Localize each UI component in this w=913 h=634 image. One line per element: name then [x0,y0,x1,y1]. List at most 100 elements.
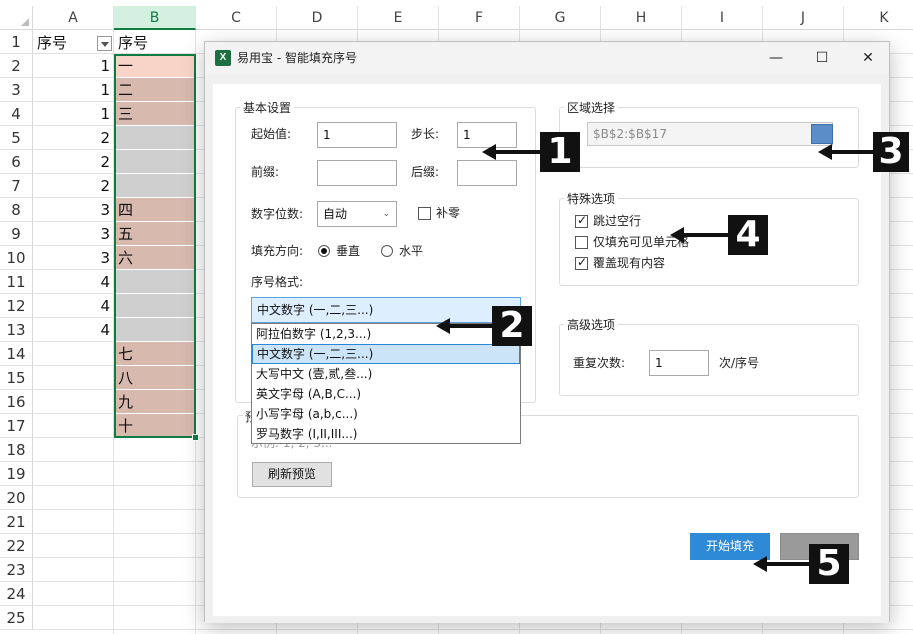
range-picker-icon[interactable] [811,124,833,144]
row-header-5[interactable]: 5 [0,126,33,150]
cell-a6[interactable]: 2 [33,150,114,174]
direction-vertical-radio[interactable] [318,245,330,257]
column-header-k[interactable]: K [844,6,913,30]
row-header-25[interactable]: 25 [0,606,33,630]
row-header-19[interactable]: 19 [0,462,33,486]
column-header-a[interactable]: A [33,6,114,30]
row-header-14[interactable]: 14 [0,342,33,366]
skip-blank-checkbox[interactable] [575,213,588,228]
row-header-6[interactable]: 6 [0,150,33,174]
callout-3-badge: 3 [873,132,909,172]
column-header-e[interactable]: E [358,6,439,30]
close-button[interactable]: ✕ [845,42,891,74]
repeat-count-label: 重复次数: [573,356,626,370]
row-header-23[interactable]: 23 [0,558,33,582]
format-option-upper-alpha[interactable]: 英文字母 (A,B,C...) [252,384,520,404]
repeat-count-input[interactable]: 1 [649,350,709,376]
callout-3-arrow-line [830,150,875,154]
column-header-c[interactable]: C [196,6,277,30]
row-header-11[interactable]: 11 [0,270,33,294]
format-option-chinese-upper[interactable]: 大写中文 (壹,贰,叁...) [252,364,520,384]
row-header-4[interactable]: 4 [0,102,33,126]
callout-4-arrow-line [682,233,730,237]
cell-a5[interactable]: 2 [33,126,114,150]
row-header-16[interactable]: 16 [0,390,33,414]
cell-a2[interactable]: 1 [33,54,114,78]
dialog-titlebar[interactable]: X 易用宝 - 智能填充序号 — ☐ ✕ [205,42,889,74]
digits-select[interactable]: 自动 ⌄ [317,201,397,227]
row-header-20[interactable]: 20 [0,486,33,510]
digits-label: 数字位数: [251,207,304,221]
format-option-roman[interactable]: 罗马数字 (I,II,III...) [252,424,520,444]
column-header-d[interactable]: D [277,6,358,30]
column-header-b[interactable]: B [114,6,196,30]
suffix-input[interactable] [457,160,517,186]
row-header-17[interactable]: 17 [0,414,33,438]
row-header-3[interactable]: 3 [0,78,33,102]
cell-a12[interactable]: 4 [33,294,114,318]
format-dropdown-list: 阿拉伯数字 (1,2,3...) 中文数字 (一,二,三...) 大写中文 (壹… [251,323,521,444]
row-gridline [33,629,913,630]
overwrite-checkbox[interactable] [575,255,588,270]
row-header-8[interactable]: 8 [0,198,33,222]
column-header-f[interactable]: F [439,6,520,30]
row-header-18[interactable]: 18 [0,438,33,462]
cell-a4[interactable]: 1 [33,102,114,126]
format-select[interactable]: 中文数字 (一,二,三...) [251,297,521,323]
row-header-7[interactable]: 7 [0,174,33,198]
cell-a10[interactable]: 3 [33,246,114,270]
row-header-1[interactable]: 1 [0,30,33,54]
start-value-label: 起始值: [251,127,292,141]
pad-zero-checkbox[interactable] [418,207,431,220]
select-all-corner[interactable] [0,6,33,30]
prefix-input[interactable] [317,160,397,186]
row-header-9[interactable]: 9 [0,222,33,246]
format-option-lower-alpha[interactable]: 小写字母 (a,b,c...) [252,404,520,424]
pad-zero-label: 补零 [436,206,461,220]
maximize-button[interactable]: ☐ [799,42,845,74]
direction-horizontal-label: 水平 [399,244,424,258]
direction-horizontal-radio[interactable] [381,245,393,257]
row-header-22[interactable]: 22 [0,534,33,558]
callout-2-badge: 2 [492,306,532,346]
column-header-g[interactable]: G [520,6,601,30]
row-header-13[interactable]: 13 [0,318,33,342]
chevron-down-icon: ⌄ [382,209,390,219]
overwrite-label: 覆盖现有内容 [593,256,666,270]
step-label: 步长: [411,127,440,141]
dialog-title: 易用宝 - 智能填充序号 [237,51,357,65]
special-options-legend: 特殊选项 [567,192,616,206]
minimize-button[interactable]: — [753,42,799,74]
callout-2-arrow-line [448,324,494,328]
basic-settings-legend: 基本设置 [243,101,292,115]
cell-a11[interactable]: 4 [33,270,114,294]
format-label: 序号格式: [251,275,304,289]
cell-b1-header[interactable]: 序号 [114,31,196,55]
format-option-chinese[interactable]: 中文数字 (一,二,三...) [252,344,520,364]
cell-a7[interactable]: 2 [33,174,114,198]
visible-only-checkbox[interactable] [575,236,588,249]
column-header-i[interactable]: I [682,6,763,30]
fill-handle[interactable] [192,434,199,441]
row-header-15[interactable]: 15 [0,366,33,390]
column-header-j[interactable]: J [763,6,844,30]
format-select-value: 中文数字 (一,二,三...) [257,303,374,317]
direction-vertical-label: 垂直 [336,244,361,258]
direction-label: 填充方向: [251,244,304,258]
row-header-2[interactable]: 2 [0,54,33,78]
row-header-10[interactable]: 10 [0,246,33,270]
range-address-input[interactable]: $B$2:$B$17 [587,122,833,146]
filter-dropdown-icon[interactable] [97,36,112,51]
refresh-preview-button[interactable]: 刷新预览 [252,462,332,487]
cell-a8[interactable]: 3 [33,198,114,222]
repeat-unit-label: 次/序号 [719,356,760,370]
row-header-24[interactable]: 24 [0,582,33,606]
row-header-21[interactable]: 21 [0,510,33,534]
cell-a13[interactable]: 4 [33,318,114,342]
cell-a9[interactable]: 3 [33,222,114,246]
start-value-input[interactable]: 1 [317,122,397,148]
cell-a3[interactable]: 1 [33,78,114,102]
column-header-h[interactable]: H [601,6,682,30]
callout-5-arrow-line [765,562,811,566]
row-header-12[interactable]: 12 [0,294,33,318]
